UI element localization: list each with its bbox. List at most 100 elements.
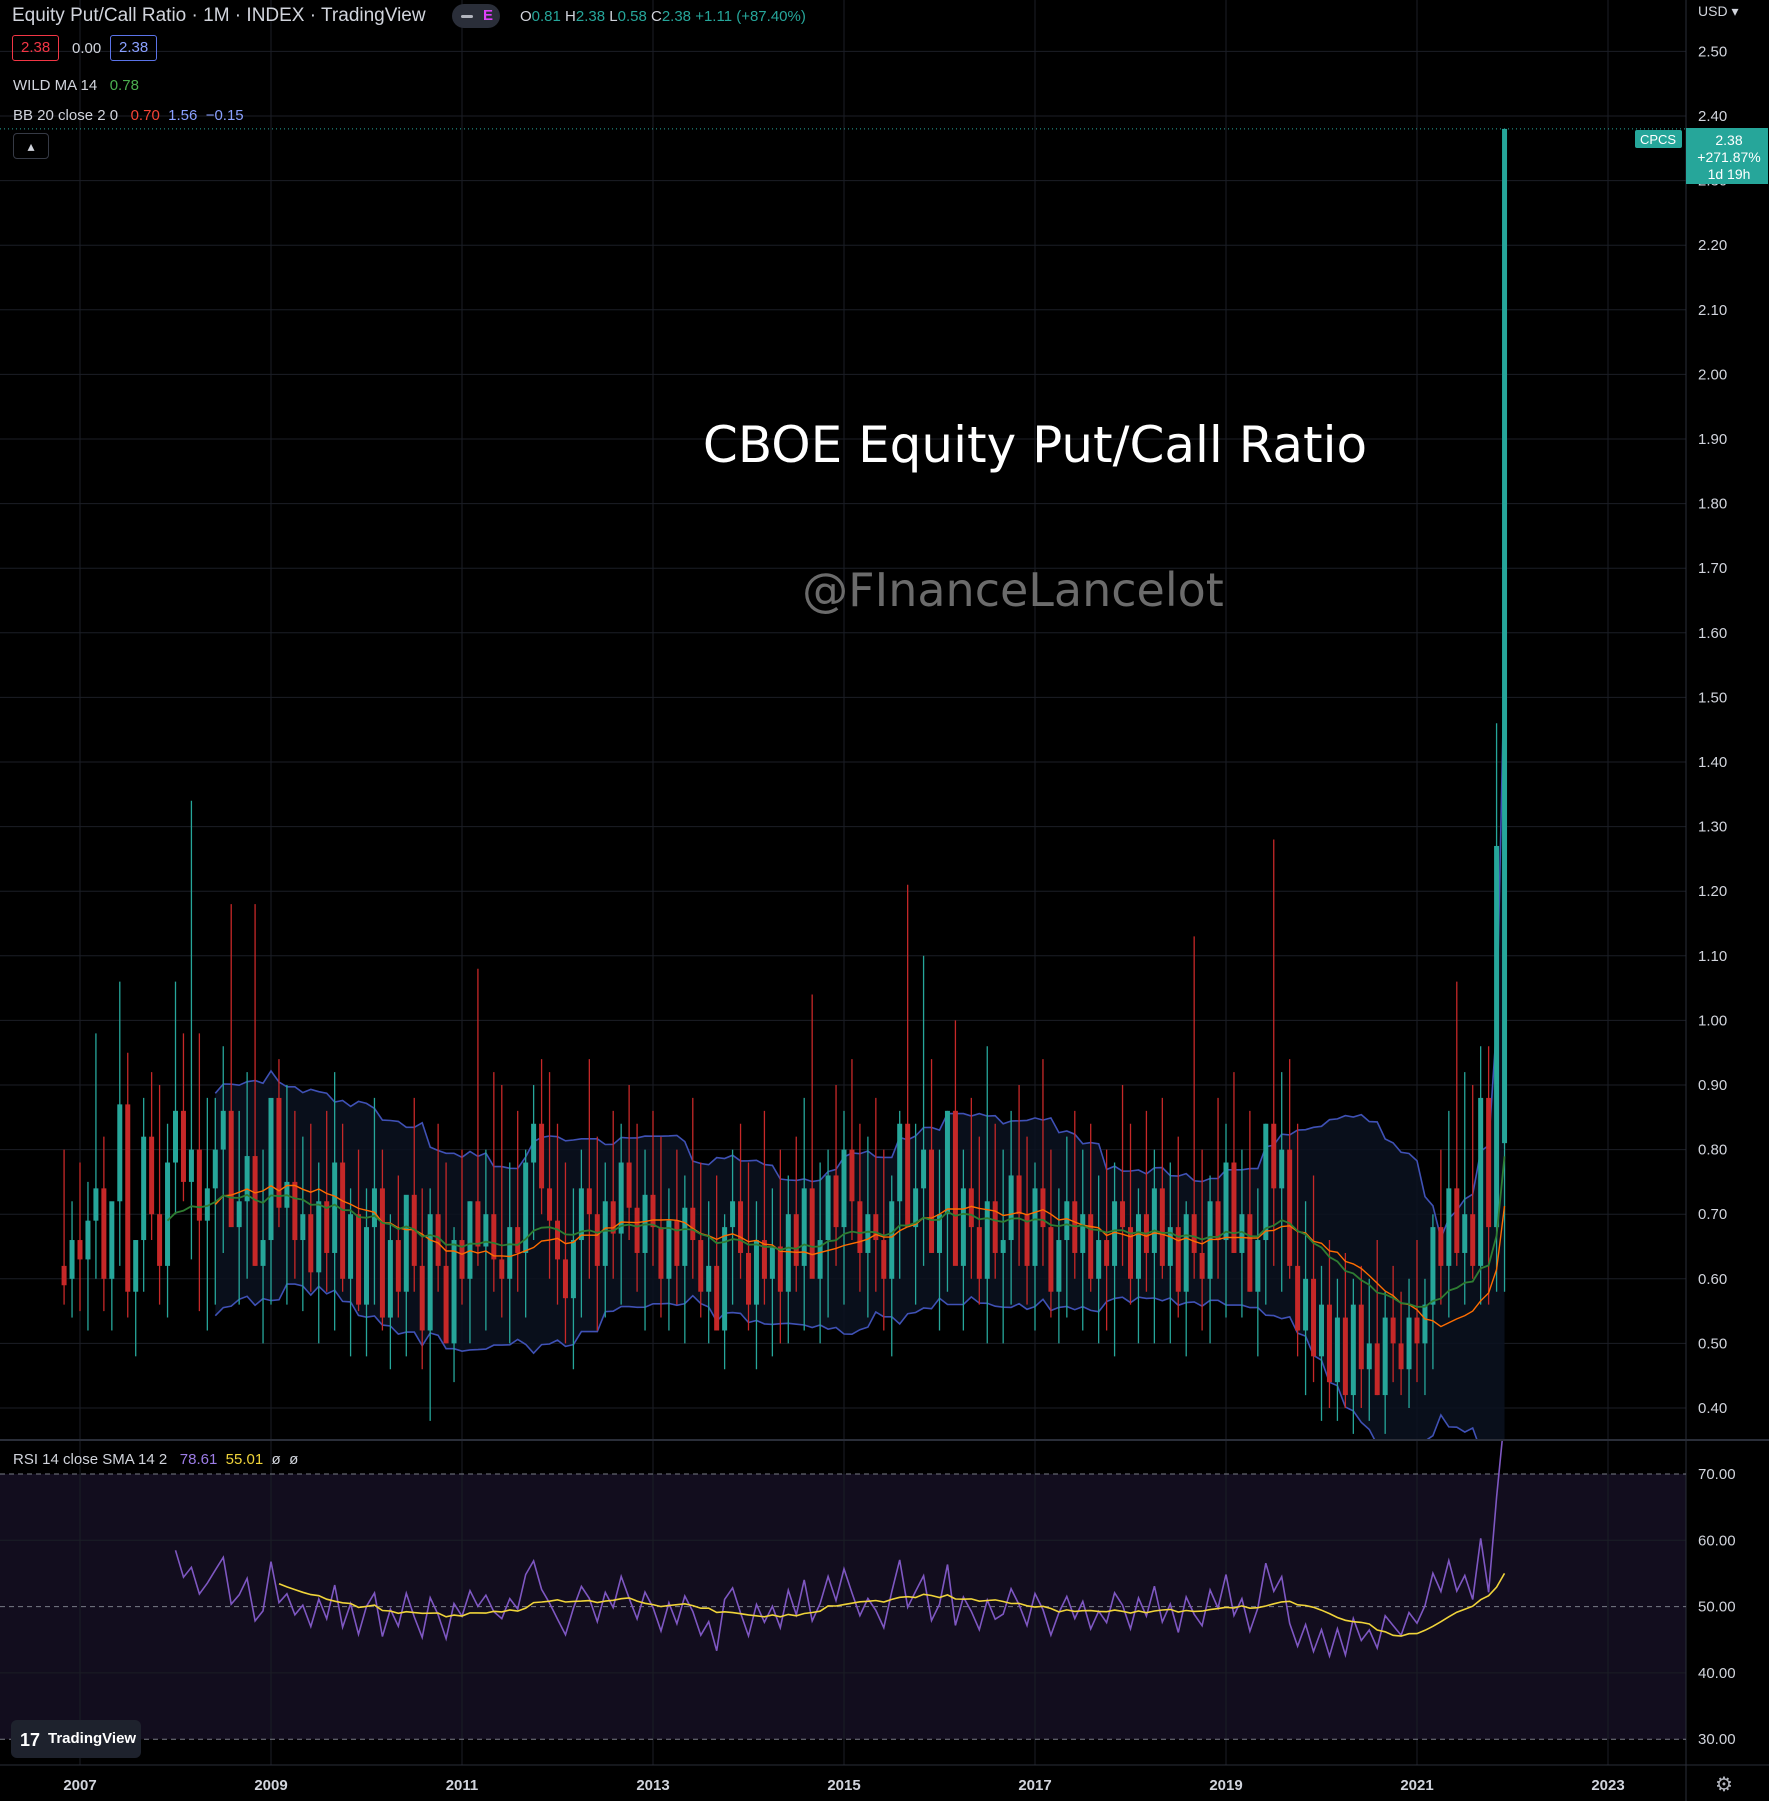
candle-body <box>157 1214 163 1266</box>
candle-body <box>1326 1304 1332 1383</box>
candle-body <box>1334 1317 1340 1383</box>
candle-body <box>1088 1214 1094 1279</box>
candle-body <box>738 1201 744 1253</box>
candle-body <box>674 1220 680 1266</box>
rsi-legend[interactable]: RSI 14 close SMA 14 2 78.61 55.01 ø ø <box>13 1451 298 1468</box>
candle-body <box>188 1149 194 1182</box>
candle-body <box>1128 1227 1133 1279</box>
candle-body <box>1263 1123 1269 1241</box>
candle-body <box>968 1188 974 1228</box>
candle-body <box>658 1227 664 1279</box>
candle-body <box>929 1149 935 1253</box>
candle-body <box>865 1214 871 1253</box>
candle-body <box>944 1110 950 1215</box>
close-value: 2.38 <box>661 8 692 25</box>
candle-body <box>1191 1214 1197 1253</box>
candle-body <box>212 1149 218 1189</box>
candle-body <box>586 1188 592 1215</box>
candle-body <box>793 1214 799 1266</box>
candle-body <box>777 1246 783 1292</box>
candle-body <box>1104 1240 1110 1266</box>
candle-body <box>133 1240 139 1292</box>
candle-body <box>539 1123 545 1189</box>
candle-body <box>1430 1227 1436 1305</box>
candle-body <box>1311 1278 1317 1357</box>
tradingview-icon: 17 <box>20 1730 41 1750</box>
candle-body <box>690 1207 696 1241</box>
candle-body <box>515 1227 521 1253</box>
indicator-bb[interactable]: BB 20 close 2 0 0.70 1.56 −0.15 <box>13 107 244 124</box>
candle-body <box>1478 1097 1484 1266</box>
candle-body <box>714 1265 720 1331</box>
candle-body <box>467 1201 473 1279</box>
price-tick-label: 1.20 <box>1698 883 1727 900</box>
price-tick-label: 1.50 <box>1698 689 1727 706</box>
candle-body <box>1016 1175 1022 1215</box>
exchange-badge: E <box>483 7 494 24</box>
candle-body <box>1366 1343 1372 1370</box>
candle-body <box>1120 1201 1126 1228</box>
currency-selector[interactable]: USD ▾ <box>1698 3 1738 20</box>
candle-body <box>634 1207 640 1253</box>
candle-body <box>109 1201 115 1279</box>
last-price-tag: CPCS 2.38+271.87%1d 19h <box>1635 128 1768 184</box>
price-tick-label: 1.30 <box>1698 819 1727 836</box>
ohlc-readout: O0.81 H2.38 L0.58 C2.38 +1.11 (+87.40%) <box>520 8 806 25</box>
candle-body <box>984 1201 990 1279</box>
bid-box[interactable]: 2.38 <box>12 35 60 61</box>
price-tick-label: 0.80 <box>1698 1142 1727 1159</box>
candle-body <box>769 1246 775 1279</box>
candle-body <box>531 1123 537 1163</box>
candle-body <box>881 1240 887 1279</box>
candle-body <box>260 1240 266 1266</box>
tradingview-logo[interactable]: 17 TradingView <box>11 1720 141 1758</box>
candle-body <box>173 1110 178 1163</box>
candlestick-chart[interactable]: 2.502.402.302.202.102.001.901.801.701.60… <box>0 0 1769 1801</box>
candle-body <box>292 1181 298 1241</box>
chart-root: 2.502.402.302.202.102.001.901.801.701.60… <box>0 0 1769 1801</box>
spread-value: 0.00 <box>72 40 102 57</box>
candle-body <box>1398 1343 1404 1370</box>
candle-body <box>1390 1317 1396 1344</box>
candle-body <box>125 1104 131 1292</box>
time-tick-label: 2009 <box>254 1777 287 1794</box>
candle-body <box>1462 1214 1468 1253</box>
price-tick-label: 0.60 <box>1698 1271 1727 1288</box>
candle-body <box>1151 1188 1157 1253</box>
candle-body <box>857 1201 863 1253</box>
candle-body <box>682 1207 688 1266</box>
candle-body <box>706 1265 712 1292</box>
time-tick-label: 2007 <box>63 1777 96 1794</box>
candle-body <box>1215 1201 1221 1241</box>
candle-body <box>1342 1317 1348 1396</box>
change-value: +1.11 (+87.40%) <box>695 8 806 25</box>
candle-body <box>364 1227 369 1305</box>
rsi-tick-label: 40.00 <box>1698 1665 1736 1682</box>
time-tick-label: 2021 <box>1400 1777 1433 1794</box>
ask-box[interactable]: 2.38 <box>110 35 158 61</box>
price-tick-label: 1.70 <box>1698 560 1727 577</box>
price-tick-label: 2.20 <box>1698 237 1727 254</box>
candle-body <box>1486 1097 1492 1228</box>
candle-body <box>1000 1240 1006 1253</box>
indicator-wild-ma[interactable]: WILD MA 14 0.78 <box>13 77 139 94</box>
time-tick-label: 2023 <box>1591 1777 1624 1794</box>
candle-body <box>1247 1214 1253 1292</box>
candle-body <box>101 1188 107 1279</box>
candle-body <box>348 1214 354 1279</box>
price-tag-text: 2.38 <box>1715 132 1742 148</box>
collapse-legend-button[interactable]: ▴ <box>13 133 49 159</box>
candle-body <box>1199 1252 1205 1279</box>
candle-body <box>1048 1227 1054 1292</box>
open-value: 0.81 <box>531 8 561 25</box>
symbol-title[interactable]: Equity Put/Call Ratio · 1M · INDEX · Tra… <box>12 5 426 27</box>
price-tick-label: 2.50 <box>1698 43 1727 60</box>
candle-body <box>1414 1317 1420 1344</box>
symbol-tag-text: CPCS <box>1640 132 1676 147</box>
candle-body <box>1422 1304 1428 1344</box>
exchange-pill[interactable]: E <box>452 4 500 28</box>
candle-body <box>196 1149 202 1221</box>
candle-body <box>1255 1240 1261 1292</box>
settings-gear-icon[interactable]: ⚙ <box>1715 1772 1733 1797</box>
candle-body <box>1183 1214 1189 1292</box>
